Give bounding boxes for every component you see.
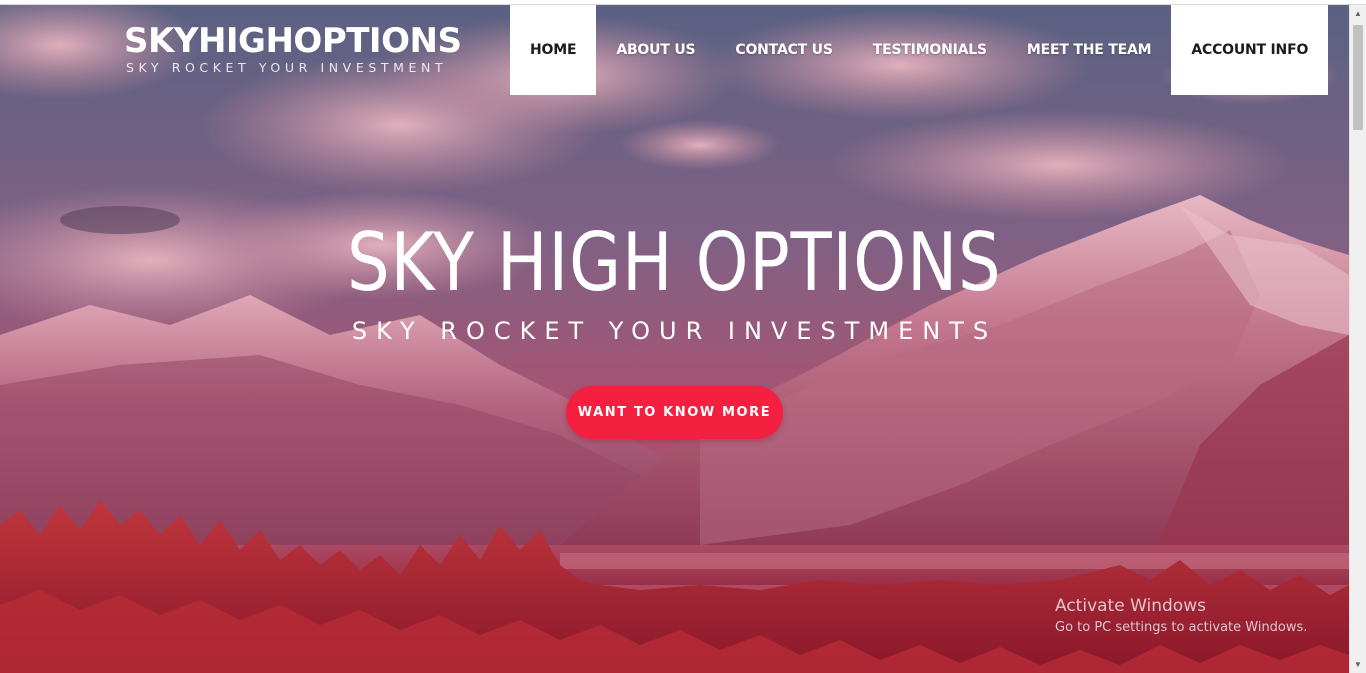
nav-item-account-info[interactable]: ACCOUNT INFO [1171, 5, 1329, 95]
hero-subtitle: SKY ROCKET YOUR INVESTMENTS [351, 317, 998, 345]
hero-section: SKYHIGHOPTIONS SKY ROCKET YOUR INVESTMEN… [0, 5, 1349, 673]
nav-item-label: TESTIMONIALS [872, 42, 987, 58]
watermark-title: Activate Windows [1055, 596, 1206, 616]
nav-item-label: CONTACT US [735, 42, 833, 58]
brand-title: SKYHIGHOPTIONS [124, 21, 462, 61]
nav-item-label: ABOUT US [616, 42, 696, 58]
scrollbar-thumb[interactable] [1353, 25, 1363, 130]
nav-item-label: ACCOUNT INFO [1191, 42, 1309, 58]
brand-tagline: SKY ROCKET YOUR INVESTMENT [126, 60, 448, 75]
nav-item-label: MEET THE TEAM [1026, 42, 1152, 58]
nav-item-about-us[interactable]: ABOUT US [596, 5, 715, 95]
vertical-scrollbar[interactable]: ▲ ▼ [1349, 5, 1366, 673]
windows-activation-watermark: Activate Windows Go to PC settings to ac… [1055, 595, 1307, 637]
nav-item-testimonials[interactable]: TESTIMONIALS [853, 5, 1007, 95]
hero-title: SKY HIGH OPTIONS [346, 216, 1002, 309]
nav-item-label: HOME [530, 42, 577, 58]
main-nav: HOME ABOUT US CONTACT US TESTIMONIALS ME… [510, 5, 1329, 95]
browser-viewport: SKYHIGHOPTIONS SKY ROCKET YOUR INVESTMEN… [0, 0, 1366, 673]
watermark-subtitle: Go to PC settings to activate Windows. [1055, 620, 1308, 635]
window-top-border [0, 0, 1366, 5]
triangle-up-icon[interactable]: ▲ [1350, 5, 1366, 22]
triangle-down-icon[interactable]: ▼ [1350, 656, 1366, 673]
want-to-know-more-button[interactable]: WANT TO KNOW MORE [566, 386, 783, 439]
brand-logo[interactable]: SKYHIGHOPTIONS SKY ROCKET YOUR INVESTMEN… [124, 21, 462, 75]
nav-item-meet-the-team[interactable]: MEET THE TEAM [1007, 5, 1171, 95]
nav-item-contact-us[interactable]: CONTACT US [715, 5, 852, 95]
nav-item-home[interactable]: HOME [510, 5, 597, 95]
